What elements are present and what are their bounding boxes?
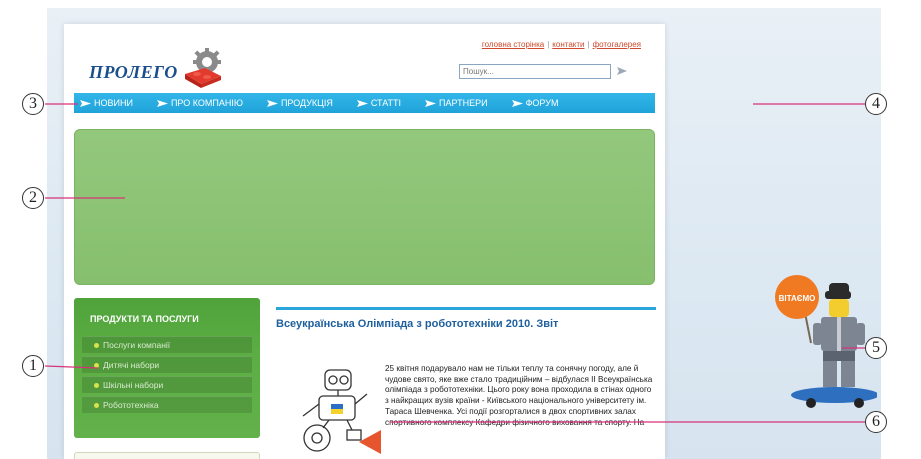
nav-item-about[interactable]: ПРО КОМПАНІЮ <box>156 98 243 108</box>
callout-6: 6 <box>865 411 887 433</box>
web-page: ПРОЛЕГО головна сторінка | контакти | фотога… <box>64 24 665 459</box>
nav-arrow-icon <box>80 99 91 107</box>
nav-item-label: ФОРУМ <box>525 98 559 108</box>
nav-item-label: ПРОДУКЦІЯ <box>280 98 333 108</box>
logo-text: ПРОЛЕГО <box>89 62 178 82</box>
nav-arrow-icon <box>266 99 278 107</box>
nav-arrow-icon <box>356 99 368 107</box>
nav-item-articles[interactable]: СТАТТІ <box>356 98 402 108</box>
nav-arrow-icon <box>511 99 523 107</box>
sidebar-item-kids-kits[interactable]: Дитячі набори <box>82 356 252 373</box>
nav-item-label: НОВИНИ <box>94 98 133 108</box>
sidebar-item-label: Шкільні набори <box>103 380 164 390</box>
sidebar-item-label: Послуги компанії <box>103 340 171 350</box>
sidebar-products: ПРОДУКТИ ТА ПОСЛУГИ Послуги компанії Дит… <box>74 298 260 438</box>
nav-item-label: ПАРТНЕРИ <box>439 98 488 108</box>
nav-item-forum[interactable]: ФОРУМ <box>511 98 559 108</box>
callout-5: 5 <box>865 337 887 359</box>
nav-item-label: СТАТТІ <box>370 98 402 108</box>
sidebar-item-school-kits[interactable]: Шкільні набори <box>82 376 252 393</box>
link-separator: | <box>587 40 590 49</box>
gallery-link[interactable]: фотогалерея <box>593 40 641 49</box>
lego-mascot-illustration: ВІТАЄМО <box>775 275 877 408</box>
bullet-icon <box>94 402 99 408</box>
top-links: головна сторінка | контакти | фотогалерея <box>482 40 641 49</box>
sidebar-item-label: Робототехніка <box>103 400 159 410</box>
callout-2: 2 <box>22 187 44 209</box>
article-body: 25 квітня подарувало нам не тільки теплу… <box>385 364 653 427</box>
gear-brick-icon <box>185 48 221 88</box>
sidebar-title: ПРОДУКТИ ТА ПОСЛУГИ <box>90 314 199 324</box>
callout-3: 3 <box>22 93 44 115</box>
contacts-link[interactable]: контакти <box>552 40 584 49</box>
robot-illustration <box>302 369 381 454</box>
nav-item-news[interactable]: НОВИНИ <box>80 98 133 108</box>
sidebar-box-secondary <box>74 452 260 459</box>
search-input[interactable] <box>459 64 611 79</box>
nav-arrow-icon <box>156 99 168 107</box>
nav-arrow-icon <box>425 99 437 107</box>
sidebar-item-label: Дитячі набори <box>103 360 160 370</box>
main-nav: НОВИНИ ПРО КОМПАНІЮ ПРОДУКЦІЯ СТАТТІ ПАР… <box>74 93 655 113</box>
sidebar-item-services[interactable]: Послуги компанії <box>82 336 252 353</box>
article-divider <box>276 307 656 310</box>
callout-4: 4 <box>865 93 887 115</box>
home-link[interactable]: головна сторінка <box>482 40 544 49</box>
bullet-icon <box>94 382 99 388</box>
search-arrow-icon[interactable] <box>615 64 629 78</box>
link-separator: | <box>547 40 550 49</box>
article-title[interactable]: Всеукраїнська Олімпіада з робототехніки … <box>276 318 558 330</box>
sidebar-item-robotics[interactable]: Робототехніка <box>82 396 252 413</box>
nav-item-partners[interactable]: ПАРТНЕРИ <box>425 98 488 108</box>
nav-item-products[interactable]: ПРОДУКЦІЯ <box>266 98 333 108</box>
mascot-sign-text: ВІТАЄМО <box>779 294 816 303</box>
bullet-icon <box>94 342 99 348</box>
callout-1: 1 <box>22 355 44 377</box>
banner-area <box>74 129 655 285</box>
browser-screenshot: ПРОЛЕГО головна сторінка | контакти | фотога… <box>47 8 881 459</box>
nav-item-label: ПРО КОМПАНІЮ <box>170 98 243 108</box>
site-logo[interactable]: ПРОЛЕГО <box>89 48 229 88</box>
bullet-icon <box>94 362 99 368</box>
